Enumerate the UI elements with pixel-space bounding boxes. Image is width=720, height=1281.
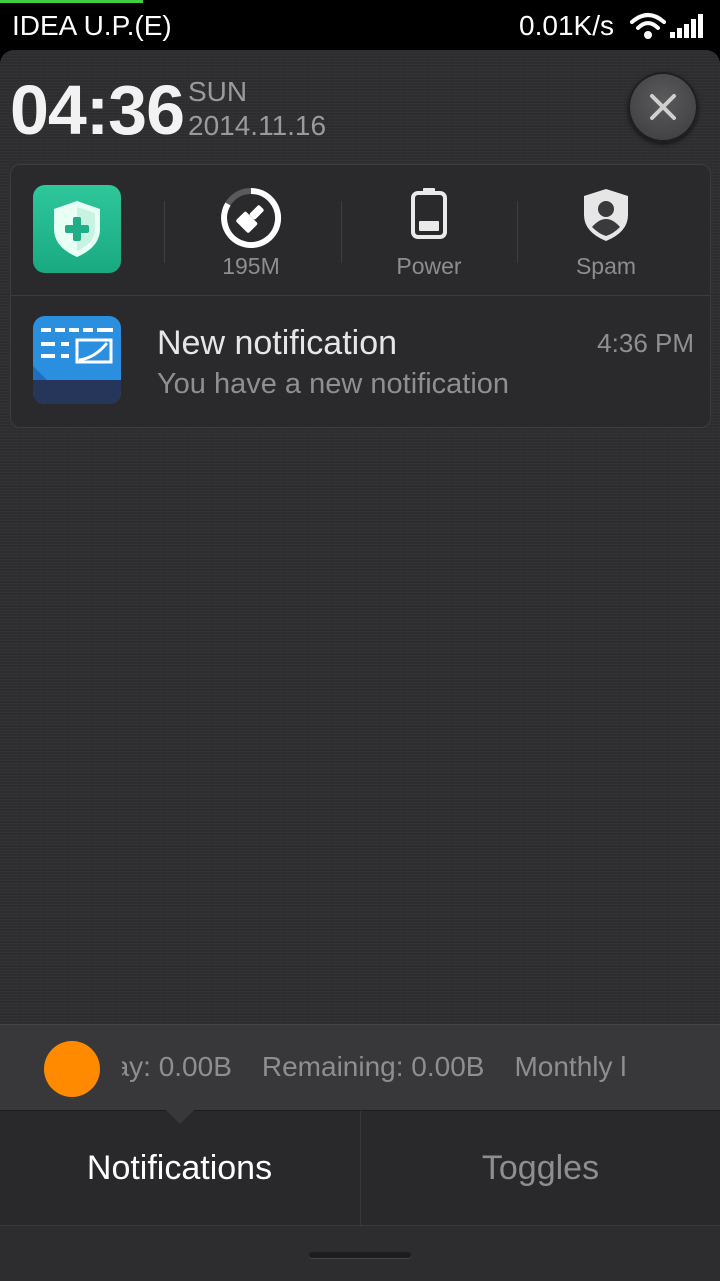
usage-remaining: Remaining: 0.00B [261, 1051, 485, 1082]
date-label: 2014.11.16 [188, 110, 327, 141]
day-label: SUN [188, 76, 248, 107]
progress-line [0, 0, 143, 3]
data-usage-indicator-icon [44, 1041, 100, 1097]
status-bar: IDEA U.P.(E) 0.01K/s [0, 0, 720, 50]
battery-icon [411, 188, 447, 239]
notification-card: 195M Power Spam New notification You hav… [10, 164, 711, 428]
carrier-label: IDEA U.P.(E) [12, 10, 172, 41]
notification-text: You have a new notification [157, 368, 510, 400]
app-dashboard-icon [33, 316, 121, 404]
usage-today: day: 0.00B [122, 1051, 232, 1082]
memory-cleaner-quick-action[interactable]: 195M [163, 165, 339, 295]
notification-title: New notification [157, 324, 398, 362]
drag-handle[interactable] [309, 1252, 411, 1258]
network-speed: 0.01K/s [519, 10, 614, 41]
memory-label: 195M [222, 253, 280, 279]
power-quick-action[interactable]: Power [341, 165, 517, 295]
spam-quick-action[interactable]: Spam [518, 165, 694, 295]
shade-bottom-bar [0, 1225, 720, 1281]
tab-notifications[interactable]: Notifications [0, 1111, 359, 1226]
clock: 04:36 [10, 71, 185, 149]
security-shield-icon [33, 185, 121, 273]
data-usage-bar[interactable]: day: 0.00B Remaining: 0.00B Monthly l [0, 1024, 720, 1111]
power-label: Power [396, 253, 462, 279]
tab-bar: Notifications Toggles [0, 1110, 720, 1226]
security-quick-action[interactable] [11, 165, 187, 295]
close-button[interactable] [628, 72, 698, 142]
data-usage-ticker: day: 0.00B Remaining: 0.00B Monthly l [122, 1025, 690, 1111]
notification-shade: 04:36 SUN 2014.11.16 195M Power Spam New… [0, 50, 720, 1281]
close-icon [650, 94, 676, 120]
signal-icon [670, 14, 703, 38]
notification-time: 4:36 PM [597, 328, 694, 358]
quick-actions-row: 195M Power Spam [11, 165, 710, 296]
notification-item[interactable]: New notification You have a new notifica… [11, 296, 710, 426]
spam-shield-icon [584, 189, 628, 241]
memory-cleaner-icon [221, 187, 282, 248]
spam-label: Spam [575, 253, 637, 279]
usage-monthly: Monthly l [514, 1051, 627, 1082]
wifi-icon [630, 13, 666, 39]
tab-toggles[interactable]: Toggles [360, 1111, 720, 1226]
